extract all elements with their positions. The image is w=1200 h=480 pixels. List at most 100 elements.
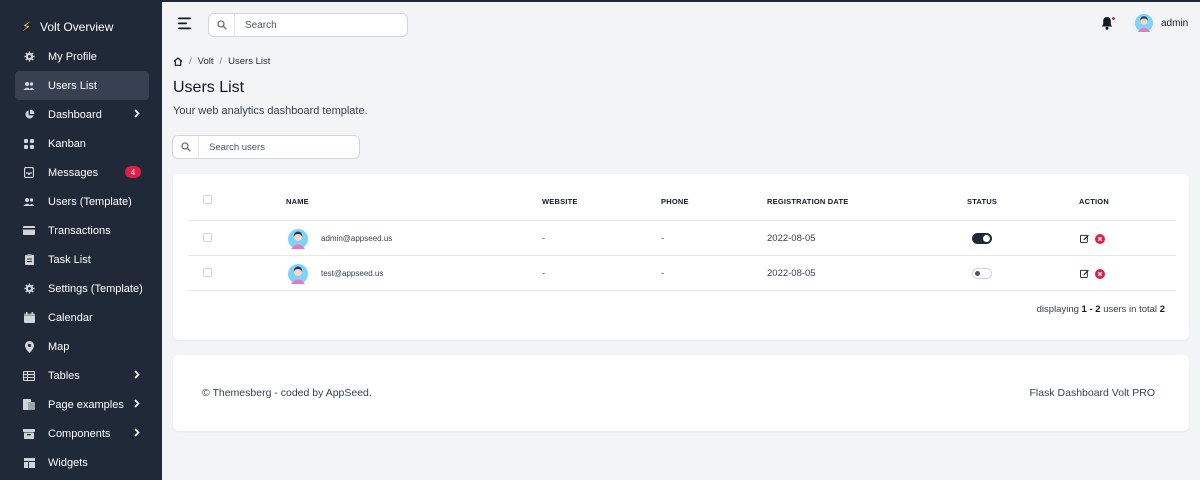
calendar-icon [23,312,35,324]
users-icon [23,196,35,208]
pagination-middle: users in total [1103,304,1158,315]
gear-icon [23,51,35,63]
sidebar-item-label: Messages [48,166,99,179]
search-input[interactable] [235,19,405,31]
status-toggle[interactable] [972,233,992,244]
map-pin-icon [23,340,35,353]
breadcrumb-current: Users List [228,56,271,67]
delete-icon[interactable] [1095,234,1105,244]
brand-label: Volt Overview [40,20,114,34]
column-header-phone[interactable]: PHONE [661,197,689,206]
sidebar-item-components[interactable]: Components [15,419,149,448]
sidebar-item-label: Transactions [48,224,111,237]
notifications-button[interactable] [1101,16,1116,32]
global-search [208,13,408,37]
pagination-prefix: displaying [1036,304,1079,315]
sidebar-item-map[interactable]: Map [15,332,149,361]
user-website: - [542,233,546,244]
user-menu[interactable]: admin [1135,14,1188,32]
page-subtitle: Your web analytics dashboard template. [173,105,368,117]
sidebar-item-label: Widgets [48,456,88,469]
status-toggle[interactable] [972,268,992,279]
sidebar-item-transactions[interactable]: Transactions [15,216,149,245]
edit-icon[interactable] [1080,234,1089,243]
clipboard-icon [23,254,35,266]
chevron-right-icon [134,399,140,411]
gear-icon [23,283,35,295]
top-border [0,0,1200,2]
username: admin [1161,17,1189,29]
sidebar-item-label: Users List [48,79,97,92]
widgets-icon [23,457,35,469]
grid-icon [23,138,35,150]
sidebar-item-tables[interactable]: Tables [15,361,149,390]
sidebar-item-users-template[interactable]: Users (Template) [15,187,149,216]
breadcrumb: / Volt / Users List [173,56,270,67]
user-phone: - [661,233,665,244]
chevron-right-icon [134,370,140,382]
footer-copyright: © Themesberg - coded by AppSeed. [202,387,372,399]
home-icon[interactable] [173,57,183,66]
brand[interactable]: ⚡ Volt Overview [22,17,113,37]
sidebar-item-label: Map [48,340,70,353]
archive-icon [23,428,35,440]
breadcrumb-separator: / [219,56,223,67]
sidebar-item-widgets[interactable]: Widgets [15,448,149,477]
user-registration-date: 2022-08-05 [767,268,816,279]
inbox-icon [23,167,35,179]
delete-icon[interactable] [1095,269,1105,279]
pie-chart-icon [23,109,35,121]
column-header-website[interactable]: WEBSITE [542,197,578,206]
row-checkbox[interactable] [203,268,212,277]
table-row: admin@appseed.us - - 2022-08-05 [188,221,1176,256]
avatar [288,229,308,249]
sidebar-item-label: Dashboard [48,108,102,121]
user-email[interactable]: test@appseed.us [321,269,383,278]
sidebar-item-task-list[interactable]: Task List [15,245,149,274]
user-email[interactable]: admin@appseed.us [321,234,392,243]
sidebar-item-label: Settings (Template) [48,282,143,295]
sidebar-item-kanban[interactable]: Kanban [15,129,149,158]
sidebar-item-calendar[interactable]: Calendar [15,303,149,332]
chevron-right-icon [134,428,140,440]
lightning-icon: ⚡ [22,19,32,34]
sidebar-item-my-profile[interactable]: My Profile [15,42,149,71]
sidebar-item-messages[interactable]: Messages 4 [15,158,149,187]
pagination-range: 1 - 2 [1081,304,1101,315]
users-table: NAME WEBSITE PHONE REGISTRATION DATE STA… [188,186,1176,291]
sidebar-item-label: My Profile [48,50,97,63]
column-header-name[interactable]: NAME [286,197,309,206]
search-icon [209,14,235,36]
sidebar-toggle-button[interactable] [178,17,192,31]
users-search-input[interactable] [199,141,354,153]
avatar [288,264,308,284]
sidebar-item-label: Calendar [48,311,93,324]
breadcrumb-volt[interactable]: Volt [198,56,214,67]
sidebar-item-dashboard[interactable]: Dashboard [15,100,149,129]
user-website: - [542,268,546,279]
footer-product-link[interactable]: Flask Dashboard Volt PRO [1030,387,1155,399]
column-header-action[interactable]: ACTION [1079,197,1109,206]
sidebar-item-label: Users (Template) [48,195,132,208]
column-header-registration-date[interactable]: REGISTRATION DATE [767,197,848,206]
credit-card-icon [23,225,35,237]
users-icon [23,80,35,92]
menu-icon [178,17,191,30]
sidebar-item-label: Page examples [48,398,124,411]
search-icon [173,136,199,158]
users-table-card: NAME WEBSITE PHONE REGISTRATION DATE STA… [173,174,1189,340]
column-header-status[interactable]: STATUS [967,197,997,206]
sidebar-item-users-list[interactable]: Users List [15,71,149,100]
user-phone: - [661,268,665,279]
sidebar-item-settings-template[interactable]: Settings (Template) [15,274,149,303]
footer: © Themesberg - coded by AppSeed. Flask D… [173,355,1189,431]
sidebar-item-label: Kanban [48,137,86,150]
row-checkbox[interactable] [203,233,212,242]
sidebar-item-page-examples[interactable]: Page examples [15,390,149,419]
table-header-row: NAME WEBSITE PHONE REGISTRATION DATE STA… [188,186,1176,221]
pagination-info: displaying 1 - 2 users in total 2 [1037,304,1165,315]
select-all-checkbox[interactable] [203,195,212,204]
sidebar-nav: My Profile Users List Dashboard Kanban M… [15,42,149,477]
edit-icon[interactable] [1080,269,1089,278]
page-title: Users List [173,79,245,96]
